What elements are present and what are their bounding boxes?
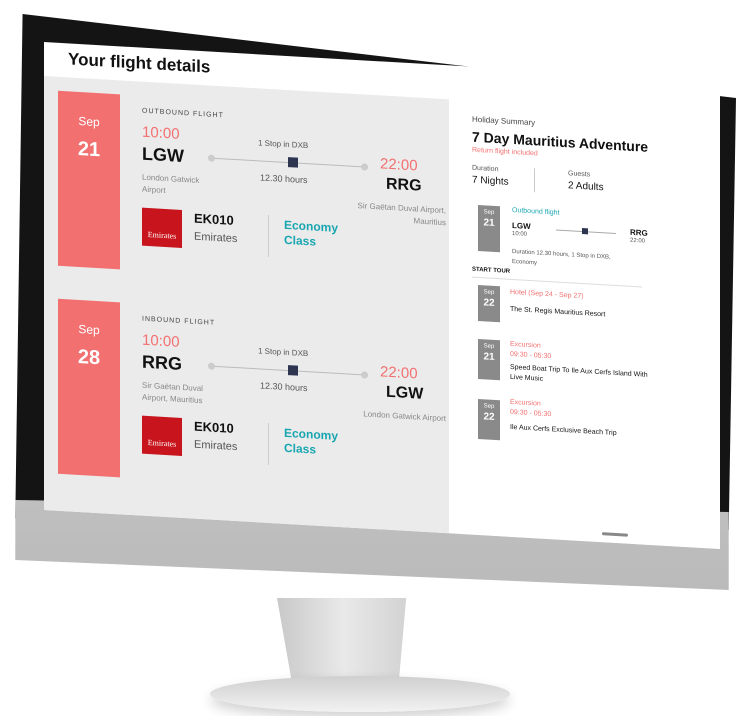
itinerary-month: Sep [483, 343, 495, 350]
stopover-marker [288, 157, 298, 168]
itinerary-day: 22 [483, 297, 495, 309]
inbound-cabin-class: Economy Class [284, 425, 339, 457]
outbound-flight-number: EK010 [194, 210, 234, 228]
outbound-from-code: LGW [142, 143, 184, 167]
outbound-to-name: Sir Gaëtan Duval Airport, Mauritius [357, 201, 446, 228]
inbound-arrival-time: 22:00 [380, 363, 418, 383]
guests-label: Guests [568, 170, 591, 179]
outbound-stops: 1 Stop in DXB [258, 138, 309, 151]
itinerary-name[interactable]: Ile Aux Cerfs Exclusive Beach Trip [510, 423, 660, 442]
itinerary-name[interactable]: The St. Regis Mauritius Resort [510, 305, 660, 324]
outbound-type-label: OUTBOUND FLIGHT [142, 107, 224, 120]
screen: Your flight details Sep 21 OUTBOUND FLIG… [44, 42, 720, 549]
summary-outbound-date: Sep 21 [478, 205, 500, 253]
divider [534, 168, 535, 193]
duration-value: 7 Nights [472, 174, 509, 188]
summary-outbound-to: RRG [630, 227, 648, 238]
inbound-type-label: INBOUND FLIGHT [142, 315, 216, 327]
inbound-from-name: Sir Gaëtan Duval Airport, Mauritius [142, 380, 203, 406]
itinerary-date: Sep 21 [478, 339, 500, 381]
summary-route-line [556, 228, 616, 235]
divider [268, 214, 269, 257]
outbound-flight-card[interactable]: Sep 21 OUTBOUND FLIGHT 10:00 LGW London … [58, 90, 448, 303]
inbound-departure-time: 10:00 [142, 331, 180, 351]
itinerary-date: Sep 22 [478, 285, 500, 323]
outbound-departure-time: 10:00 [142, 123, 180, 143]
inbound-airline: Emirates [194, 438, 238, 454]
outbound-to-code: RRG [386, 175, 422, 195]
summary-outbound-day: 21 [483, 217, 495, 229]
inbound-route-line [208, 362, 368, 379]
itinerary-time: 09:30 - 05:30 [510, 350, 552, 361]
outbound-route-line [208, 154, 368, 171]
stopover-marker [288, 365, 298, 376]
summary-outbound-month: Sep [483, 209, 495, 216]
outbound-month: Sep [78, 113, 100, 130]
scroll-handle[interactable] [602, 532, 628, 537]
itinerary-type: Hotel (Sep 24 - Sep 27) [510, 288, 584, 301]
tour-heading: START TOUR [472, 266, 511, 275]
itinerary-name[interactable]: Speed Boat Trip To Ile Aux Cerfs Island … [510, 363, 660, 392]
itinerary-month: Sep [483, 289, 495, 296]
itinerary-date: Sep 22 [478, 399, 500, 441]
inbound-month: Sep [78, 321, 100, 338]
outbound-from-name: London Gatwick Airport [142, 172, 200, 196]
emirates-logo: Emirates [142, 415, 182, 456]
inbound-date-box: Sep 28 [58, 298, 120, 478]
emirates-logo: Emirates [142, 207, 182, 248]
itinerary-time: 09:30 - 05:30 [510, 408, 552, 419]
inbound-flight-number: EK010 [194, 418, 234, 436]
inbound-to-name: London Gatwick Airport [363, 409, 446, 424]
summary-outbound-heading[interactable]: Outbound flight [512, 207, 559, 217]
divider [268, 422, 269, 465]
route-end-dot [361, 163, 368, 171]
guests-value: 2 Adults [568, 180, 604, 194]
itinerary-day: 21 [483, 351, 495, 363]
monitor-stand-base [210, 676, 510, 712]
outbound-duration: 12.30 hours [260, 172, 308, 186]
itinerary-type: Excursion [510, 398, 541, 408]
route-start-dot [208, 154, 215, 162]
outbound-day: 21 [77, 137, 101, 162]
summary-outbound-arr-time: 22:00 [630, 237, 646, 245]
outbound-arrival-time: 22:00 [380, 155, 418, 175]
duration-label: Duration [472, 164, 499, 174]
return-flight-note: Return flight included [472, 146, 538, 158]
itinerary-type: Excursion [510, 340, 541, 350]
outbound-date-box: Sep 21 [58, 90, 120, 270]
holiday-summary-panel: Holiday Summary 7 Day Mauritius Adventur… [464, 106, 720, 549]
holiday-summary-label: Holiday Summary [472, 114, 536, 128]
route-end-dot [361, 371, 368, 379]
inbound-to-code: LGW [386, 383, 424, 403]
inbound-day: 28 [77, 345, 101, 370]
stage: Your flight details Sep 21 OUTBOUND FLIG… [0, 0, 744, 716]
outbound-cabin-class: Economy Class [284, 217, 339, 249]
inbound-flight-card[interactable]: Sep 28 INBOUND FLIGHT 10:00 RRG Sir Gaët… [58, 298, 448, 511]
summary-outbound-dep-time: 10:00 [512, 230, 528, 238]
route-start-dot [208, 362, 215, 370]
inbound-duration: 12.30 hours [260, 380, 308, 394]
summary-outbound-from: LGW [512, 220, 531, 232]
page-title: Your flight details [68, 49, 211, 77]
flight-details-panel: Sep 21 OUTBOUND FLIGHT 10:00 LGW London … [44, 76, 449, 534]
inbound-from-code: RRG [142, 351, 182, 374]
outbound-airline: Emirates [194, 230, 238, 246]
itinerary-day: 22 [483, 411, 495, 423]
monitor: Your flight details Sep 21 OUTBOUND FLIG… [8, 14, 736, 614]
inbound-stops: 1 Stop in DXB [258, 346, 309, 359]
stopover-marker [582, 228, 588, 235]
itinerary-month: Sep [483, 403, 495, 410]
summary-outbound-meta: Duration 12.30 hours, 1 Stop in DXB, Eco… [512, 248, 611, 267]
